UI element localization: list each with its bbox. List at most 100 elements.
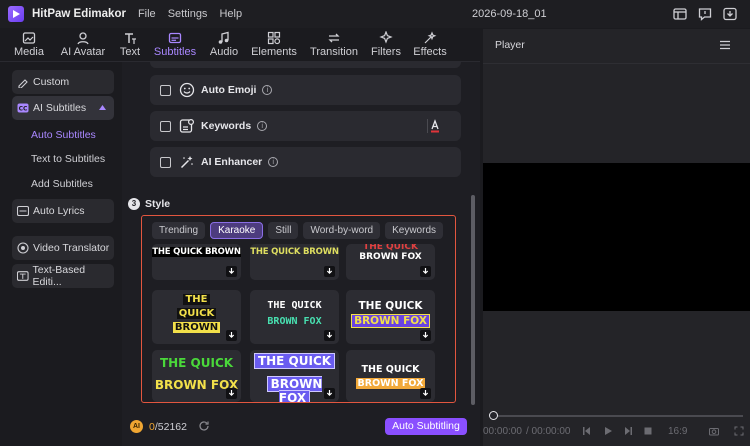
info-icon[interactable]: i [257,121,268,131]
style-preset[interactable]: THE QUICK BROWN FOX [346,350,435,402]
preset-text: THE QUICK [152,356,241,370]
menu-help[interactable]: Help [219,8,242,20]
sidebar-item-auto-lyrics[interactable]: Auto Lyrics [12,199,114,223]
keywords-icon [179,118,195,133]
sidebar-item-label: Text-Based Editi... [32,264,86,288]
keywords-checkbox[interactable] [160,120,171,132]
tab-effects[interactable]: Effects [406,29,454,61]
style-presets-box: Trending Karaoke Still Word-by-word Keyw… [141,215,456,403]
translate-icon [17,242,29,254]
keywords-option: Keywords i [150,111,461,141]
filter-still[interactable]: Still [268,222,299,239]
sidebar-item-add-subtitles[interactable]: Add Subtitles [31,178,93,190]
tab-label: Subtitles [153,46,197,58]
style-header: 3 Style [128,198,170,210]
sidebar-item-text-based-editing[interactable]: Text-Based Editi... [12,264,114,288]
style-preset[interactable]: THE QUICK BROWN FOX [152,350,241,402]
style-preset[interactable]: THE QUICK BROWN FOX [250,350,339,402]
download-icon[interactable] [420,388,431,399]
style-preset[interactable]: THE QUICK BROWN FOX [346,244,435,280]
playback-timeline[interactable] [493,415,743,417]
tab-label: Filters [371,46,401,58]
download-icon[interactable] [226,388,237,399]
text-icon [125,33,136,44]
tab-ai-avatar[interactable]: AI Avatar [54,29,112,61]
tab-audio[interactable]: Audio [202,29,246,61]
auto-emoji-checkbox[interactable] [160,84,171,96]
sidebar-item-video-translator[interactable]: Video Translator [12,236,114,260]
download-icon[interactable] [226,266,237,277]
text-color-icon[interactable] [427,118,443,134]
tab-label: Transition [310,46,358,58]
preset-text: THE [152,294,241,305]
tab-subtitles[interactable]: Subtitles [148,29,202,61]
aspect-ratio[interactable]: 16:9 [668,426,687,437]
panel-scrollbar[interactable] [471,195,475,405]
style-preset[interactable]: THE QUICK BROWN [250,244,339,280]
layout-icon[interactable] [672,6,688,22]
sidebar-item-custom[interactable]: Custom [12,70,114,94]
menu-icon[interactable] [719,39,731,51]
preset-line: THE QUICK BROWN [152,247,241,257]
stop-icon[interactable] [643,426,653,436]
tab-transition[interactable]: Transition [302,29,366,61]
filter-trending[interactable]: Trending [152,222,206,239]
preset-line: THE QUICK [358,300,423,312]
preset-text: QUICK [152,308,241,319]
credits-total: /52162 [154,421,187,433]
tab-label: AI Avatar [60,46,106,58]
preset-text: THE QUICK [346,300,435,312]
download-icon[interactable] [420,266,431,277]
cc-icon: CC [17,103,29,113]
filter-word-by-word[interactable]: Word-by-word [303,222,381,239]
chevron-up-icon [99,105,106,110]
video-preview[interactable] [483,163,750,311]
preset-text: THE QUICK [346,364,435,375]
tab-media[interactable]: Media [4,29,54,61]
download-icon[interactable] [324,266,335,277]
sidebar-item-text-to-subtitles[interactable]: Text to Subtitles [31,153,105,165]
style-preset[interactable]: THE QUICK BROWN FOX [250,290,339,344]
auto-subtitling-button[interactable]: Auto Subtitling [385,418,467,435]
download-icon[interactable] [226,330,237,341]
card-partial [150,62,461,68]
app-logo-icon [8,6,24,22]
ai-enhancer-checkbox[interactable] [160,156,171,168]
filter-keywords[interactable]: Keywords [385,222,443,239]
style-preset[interactable]: THE QUICK BROWN FOX [346,290,435,344]
info-icon[interactable]: i [268,157,279,167]
menu-file[interactable]: File [138,8,156,20]
playhead-handle[interactable] [489,411,498,420]
elements-icon [267,31,281,45]
sidebar-item-label: Custom [33,76,70,88]
snapshot-icon[interactable] [709,426,719,436]
style-preset[interactable]: THE QUICK BROWN [152,244,241,280]
download-icon[interactable] [324,388,335,399]
tab-text[interactable]: Text [112,29,148,61]
main-toolbar: Media AI Avatar Text Subtitles Audio Ele… [4,29,480,61]
tab-filters[interactable]: Filters [366,29,406,61]
player-canvas-top [483,63,750,163]
download-icon[interactable] [324,330,335,341]
preset-line: THE QUICK [253,353,336,369]
info-icon[interactable]: i [262,85,273,95]
tab-label: Effects [413,46,447,58]
preset-text: THE QUICK BROWN [152,247,241,257]
download-icon[interactable] [722,6,738,22]
feedback-icon[interactable] [697,6,713,22]
style-preset[interactable]: THE QUICK BROWN [152,290,241,344]
play-icon[interactable] [603,426,613,436]
ai-avatar-icon [77,32,89,45]
refresh-icon[interactable] [198,420,210,432]
download-icon[interactable] [420,330,431,341]
next-frame-icon[interactable] [623,426,633,436]
menu-settings[interactable]: Settings [168,8,208,20]
effects-icon [424,31,437,44]
fullscreen-icon[interactable] [734,426,744,436]
sidebar-item-ai-subtitles[interactable]: CC AI Subtitles [12,96,114,120]
prev-frame-icon[interactable] [582,426,592,436]
keywords-label: Keywords [201,120,252,132]
tab-elements[interactable]: Elements [246,29,302,61]
sidebar-item-auto-subtitles[interactable]: Auto Subtitles [31,129,96,141]
filter-karaoke[interactable]: Karaoke [210,222,264,239]
